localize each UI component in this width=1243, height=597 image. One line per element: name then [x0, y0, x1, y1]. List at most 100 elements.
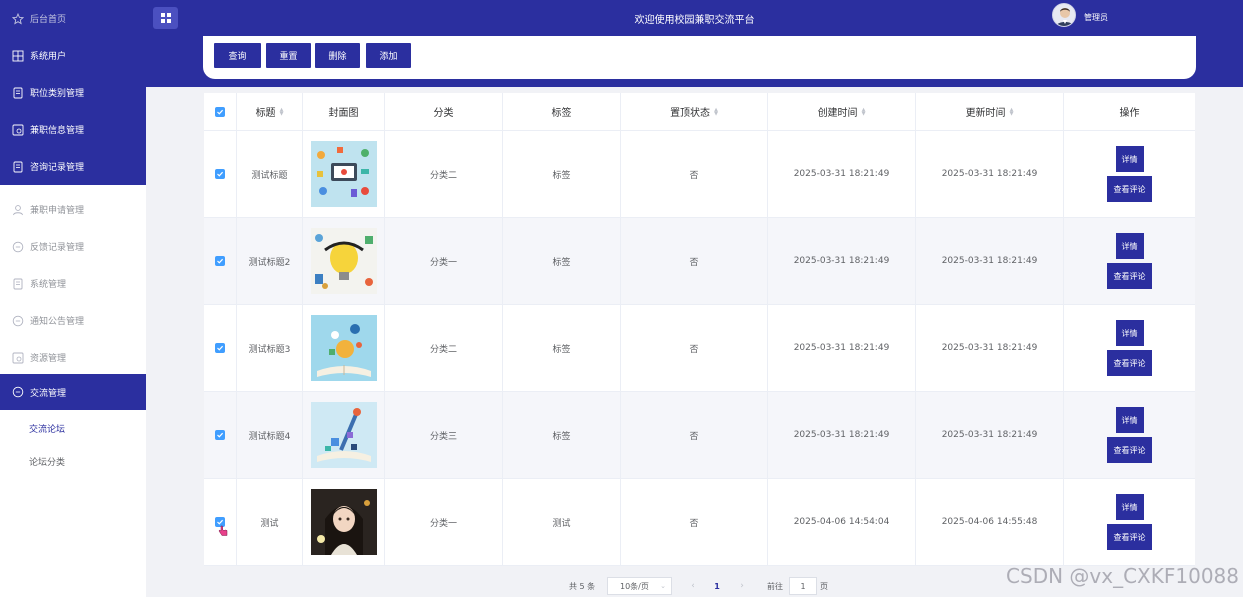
- row-checkbox[interactable]: [215, 169, 225, 179]
- detail-button[interactable]: 详情: [1115, 494, 1144, 520]
- chevron-right-icon: ›: [740, 581, 744, 591]
- chat-icon: [12, 386, 24, 398]
- select-all-cell: [204, 93, 237, 130]
- sidebar: 后台首页 系统用户 职位类别管理 兼职信息管理 咨询记录管理 兼职申请管理 反馈…: [0, 0, 146, 597]
- cover-image[interactable]: [310, 141, 377, 207]
- sort-icon[interactable]: ▲ ▼: [280, 107, 284, 116]
- cell-cover: [303, 305, 385, 391]
- cover-image[interactable]: [310, 315, 377, 381]
- avatar[interactable]: [1052, 3, 1076, 27]
- toolbar-card: 查询 重置 删除 添加: [203, 36, 1196, 79]
- chart-icon: [12, 124, 24, 136]
- sidebar-item-label: 通知公告管理: [30, 317, 85, 327]
- sidebar-item-users[interactable]: 系统用户: [0, 37, 146, 74]
- cell-ops: 详情 查看评论: [1064, 392, 1195, 478]
- cell-top: 否: [621, 131, 768, 217]
- detail-button[interactable]: 详情: [1115, 233, 1144, 259]
- view-comments-button[interactable]: 查看评论: [1107, 176, 1152, 202]
- sidebar-item-apply[interactable]: 兼职申请管理: [0, 191, 146, 228]
- sidebar-sub-forum[interactable]: 交流论坛: [29, 422, 65, 435]
- sidebar-item-notice[interactable]: 通知公告管理: [0, 302, 146, 339]
- detail-button[interactable]: 详情: [1115, 407, 1144, 433]
- row-select-cell: [204, 305, 237, 391]
- cell-ops: 详情 查看评论: [1064, 131, 1195, 217]
- sidebar-item-label: 后台首页: [30, 15, 67, 25]
- sort-icon[interactable]: ▲ ▼: [714, 107, 718, 116]
- cell-created: 2025-03-31 18:21:49: [768, 218, 916, 304]
- view-comments-button[interactable]: 查看评论: [1107, 263, 1152, 289]
- prev-page-button[interactable]: ‹: [682, 577, 704, 595]
- cell-created: 2025-03-31 18:21:49: [768, 392, 916, 478]
- cell-created: 2025-03-31 18:21:49: [768, 131, 916, 217]
- chat-icon: [12, 315, 24, 327]
- cell-ops: 详情 查看评论: [1064, 218, 1195, 304]
- cell-top: 否: [621, 392, 768, 478]
- sidebar-item-job-info[interactable]: 兼职信息管理: [0, 111, 146, 148]
- cell-tag: 标签: [503, 131, 621, 217]
- sidebar-item-job-category[interactable]: 职位类别管理: [0, 74, 146, 111]
- detail-button[interactable]: 详情: [1115, 320, 1144, 346]
- cell-created: 2025-04-06 14:54:04: [768, 479, 916, 565]
- header-top-label: 置顶状态: [670, 108, 711, 119]
- page-number-current[interactable]: 1: [706, 577, 728, 595]
- row-checkbox[interactable]: [215, 430, 225, 440]
- header-updated-label: 更新时间: [965, 108, 1006, 119]
- add-button[interactable]: 添加: [366, 43, 411, 68]
- header-top[interactable]: 置顶状态 ▲ ▼: [621, 93, 768, 130]
- sidebar-item-label: 咨询记录管理: [30, 163, 85, 173]
- cell-updated: 2025-03-31 18:21:49: [916, 392, 1064, 478]
- row-checkbox[interactable]: [215, 256, 225, 266]
- view-comments-button[interactable]: 查看评论: [1107, 524, 1152, 550]
- sidebar-item-exchange[interactable]: 交流管理: [0, 374, 146, 410]
- star-icon: [12, 12, 24, 25]
- sidebar-item-label: 兼职申请管理: [30, 206, 85, 216]
- sidebar-sub-forum-category[interactable]: 论坛分类: [29, 455, 65, 468]
- cell-cover: [303, 131, 385, 217]
- query-button[interactable]: 查询: [214, 43, 261, 68]
- sidebar-item-label: 兼职信息管理: [30, 126, 85, 136]
- cover-image[interactable]: [310, 402, 377, 468]
- sidebar-item-label: 交流管理: [30, 388, 67, 399]
- sidebar-item-resource[interactable]: 资源管理: [0, 339, 146, 376]
- sidebar-item-system[interactable]: 系统管理: [0, 265, 146, 302]
- cell-tag: 标签: [503, 392, 621, 478]
- header-created[interactable]: 创建时间 ▲ ▼: [768, 93, 916, 130]
- row-select-cell: [204, 218, 237, 304]
- header-title[interactable]: 标题 ▲ ▼: [237, 93, 303, 130]
- cell-updated: 2025-03-31 18:21:49: [916, 131, 1064, 217]
- cover-image[interactable]: [310, 489, 377, 555]
- admin-name[interactable]: 管理员: [1084, 12, 1108, 23]
- header-updated[interactable]: 更新时间 ▲ ▼: [916, 93, 1064, 130]
- pagination-total: 共 5 条: [569, 581, 596, 591]
- view-comments-button[interactable]: 查看评论: [1107, 437, 1152, 463]
- cell-tag: 标签: [503, 218, 621, 304]
- cell-top: 否: [621, 479, 768, 565]
- user-icon: [12, 204, 24, 216]
- cell-category: 分类二: [385, 305, 503, 391]
- sidebar-item-feedback[interactable]: 反馈记录管理: [0, 228, 146, 265]
- sidebar-item-consult[interactable]: 咨询记录管理: [0, 148, 146, 185]
- cell-top: 否: [621, 305, 768, 391]
- goto-prefix: 前往: [767, 581, 783, 591]
- row-checkbox[interactable]: [215, 343, 225, 353]
- reset-button[interactable]: 重置: [266, 43, 311, 68]
- page-size-select[interactable]: 10条/页 ⌄: [607, 577, 672, 595]
- check-icon: [217, 171, 224, 177]
- sidebar-item-home[interactable]: 后台首页: [0, 0, 146, 37]
- grid-icon: [12, 50, 24, 62]
- table-row: 测试标题4 分类三 标签 否 2025-03-31 18:21:49 2025-…: [204, 392, 1195, 479]
- cell-updated: 2025-03-31 18:21:49: [916, 305, 1064, 391]
- sort-icon[interactable]: ▲ ▼: [1010, 107, 1014, 116]
- detail-button[interactable]: 详情: [1115, 146, 1144, 172]
- goto-page-input[interactable]: 1: [789, 577, 817, 595]
- header-tag: 标签: [503, 93, 621, 130]
- delete-button[interactable]: 删除: [315, 43, 360, 68]
- select-all-checkbox[interactable]: [215, 106, 225, 117]
- sort-icon[interactable]: ▲ ▼: [862, 107, 866, 116]
- cell-title: 测试标题3: [237, 305, 303, 391]
- cover-image[interactable]: [310, 228, 377, 294]
- next-page-button[interactable]: ›: [731, 577, 753, 595]
- row-select-cell: [204, 392, 237, 478]
- sidebar-item-label: 反馈记录管理: [30, 243, 85, 253]
- view-comments-button[interactable]: 查看评论: [1107, 350, 1152, 376]
